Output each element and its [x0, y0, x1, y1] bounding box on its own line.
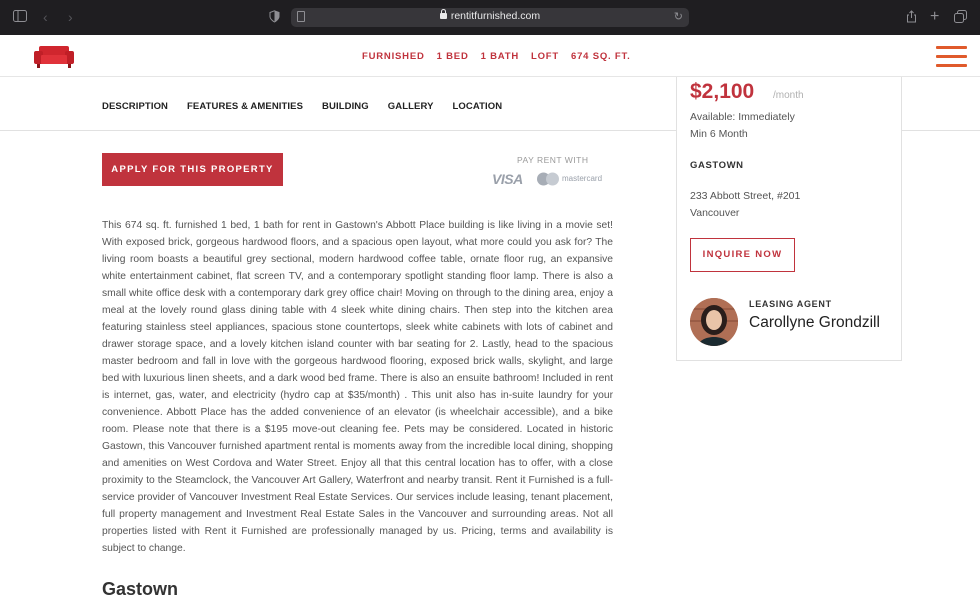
new-tab-icon[interactable]: +: [930, 8, 939, 25]
privacy-shield-icon[interactable]: [269, 10, 280, 27]
chip-furnished: FURNISHED: [362, 51, 425, 62]
menu-icon[interactable]: [936, 46, 967, 67]
tab-location[interactable]: LOCATION: [453, 101, 503, 112]
tab-overview-icon[interactable]: [954, 10, 967, 27]
price: $2,100: [690, 80, 755, 103]
forward-icon[interactable]: ›: [68, 9, 73, 26]
property-description: This 674 sq. ft. furnished 1 bed, 1 bath…: [102, 220, 613, 554]
mastercard-icon: [537, 172, 559, 186]
address-bar[interactable]: rentitfurnished.com ↻: [291, 8, 689, 27]
minimum-term: Min 6 Month: [690, 128, 748, 140]
availability: Available: Immediately: [690, 111, 795, 123]
tab-description[interactable]: DESCRIPTION: [102, 101, 168, 112]
agent-name[interactable]: Carollyne Grondzill: [749, 314, 880, 332]
chip-baths: 1 BATH: [480, 51, 520, 62]
lock-icon: [439, 9, 447, 19]
property-summary: FURNISHED 1 BED 1 BATH LOFT 674 SQ. FT.: [362, 51, 631, 62]
browser-toolbar: ‹ › rentitfurnished.com ↻ +: [0, 0, 980, 35]
address-street: 233 Abbott Street, #201: [690, 190, 801, 202]
listing-card: $2,100 /month Available: Immediately Min…: [676, 77, 902, 361]
apply-button[interactable]: APPLY FOR THIS PROPERTY: [102, 153, 283, 186]
mastercard-label: mastercard: [562, 174, 603, 183]
address-city: Vancouver: [690, 207, 740, 219]
site-header: FURNISHED 1 BED 1 BATH LOFT 674 SQ. FT.: [0, 35, 980, 77]
location-heading: Gastown: [102, 579, 179, 599]
inquire-button[interactable]: INQUIRE NOW: [690, 238, 795, 272]
visa-logo: VISA: [492, 171, 523, 187]
chip-type: LOFT: [531, 51, 560, 62]
reload-icon[interactable]: ↻: [674, 10, 683, 23]
chip-size: 674 SQ. FT.: [571, 51, 631, 62]
tab-gallery[interactable]: GALLERY: [388, 101, 434, 112]
share-icon[interactable]: [906, 10, 917, 27]
chip-beds: 1 BED: [436, 51, 469, 62]
neighbourhood: GASTOWN: [690, 160, 744, 171]
agent-label: LEASING AGENT: [749, 299, 832, 309]
pay-rent-label: PAY RENT WITH: [517, 155, 589, 165]
sidebar-toggle-icon[interactable]: [13, 9, 27, 26]
tab-features[interactable]: FEATURES & AMENITIES: [187, 101, 303, 112]
tab-building[interactable]: BUILDING: [322, 101, 369, 112]
price-period: /month: [773, 90, 804, 101]
url-text: rentitfurnished.com: [450, 10, 541, 22]
agent-avatar: [690, 298, 738, 346]
back-icon[interactable]: ‹: [43, 9, 48, 26]
site-logo[interactable]: [33, 42, 75, 70]
